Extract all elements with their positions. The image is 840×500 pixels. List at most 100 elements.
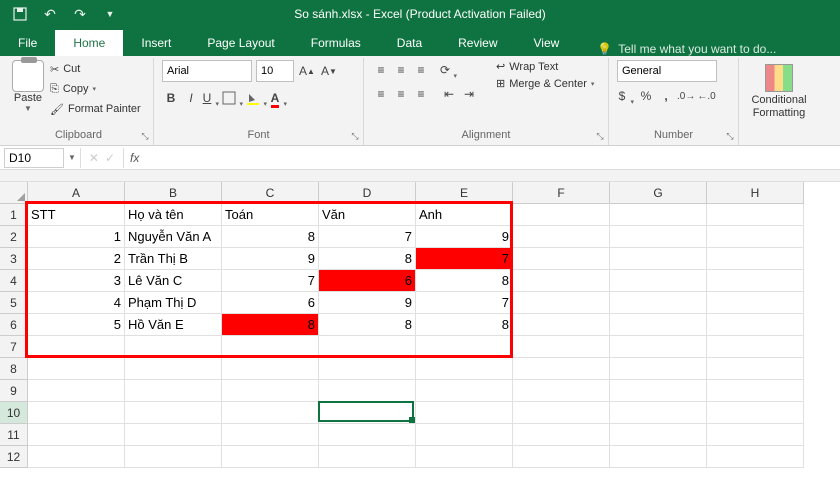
cell-G9[interactable]: [610, 380, 707, 402]
cell-G11[interactable]: [610, 424, 707, 446]
cut-button[interactable]: ✂Cut: [50, 60, 141, 78]
column-header-F[interactable]: F: [513, 182, 610, 204]
row-header-7[interactable]: 7: [0, 336, 28, 358]
cell-G10[interactable]: [610, 402, 707, 424]
row-header-12[interactable]: 12: [0, 446, 28, 468]
cell-B1[interactable]: Họ và tên: [125, 204, 222, 226]
cell-C12[interactable]: [222, 446, 319, 468]
cell-G5[interactable]: [610, 292, 707, 314]
cell-H4[interactable]: [707, 270, 804, 292]
wrap-text-button[interactable]: ↩Wrap Text: [496, 60, 594, 73]
tell-me-search[interactable]: 💡 Tell me what you want to do...: [597, 42, 776, 56]
cell-G12[interactable]: [610, 446, 707, 468]
column-header-A[interactable]: A: [28, 182, 125, 204]
cell-E12[interactable]: [416, 446, 513, 468]
cell-E2[interactable]: 9: [416, 226, 513, 248]
decrease-indent-button[interactable]: ⇤: [440, 84, 458, 104]
cell-E11[interactable]: [416, 424, 513, 446]
cancel-formula-icon[interactable]: ✕: [89, 151, 99, 165]
paste-button[interactable]: Paste ▼: [12, 60, 44, 113]
align-right-button[interactable]: ≡: [412, 84, 430, 104]
grow-font-button[interactable]: A▲: [298, 61, 316, 81]
cell-C9[interactable]: [222, 380, 319, 402]
fx-icon[interactable]: fx: [124, 151, 145, 165]
font-launcher[interactable]: ⤡: [349, 131, 361, 143]
cell-B2[interactable]: Nguyễn Văn A: [125, 226, 222, 248]
cell-D7[interactable]: [319, 336, 416, 358]
conditional-formatting-button[interactable]: Conditional Formatting: [751, 64, 806, 120]
cell-D1[interactable]: Văn: [319, 204, 416, 226]
cell-F7[interactable]: [513, 336, 610, 358]
tab-review[interactable]: Review: [440, 30, 515, 56]
cell-C7[interactable]: [222, 336, 319, 358]
cell-B6[interactable]: Hồ Văn E: [125, 314, 222, 336]
cell-H11[interactable]: [707, 424, 804, 446]
shrink-font-button[interactable]: A▼: [320, 61, 338, 81]
font-size-input[interactable]: [256, 60, 294, 82]
tab-formulas[interactable]: Formulas: [293, 30, 379, 56]
cell-F6[interactable]: [513, 314, 610, 336]
tab-view[interactable]: View: [516, 30, 578, 56]
cell-A1[interactable]: STT: [28, 204, 125, 226]
column-header-H[interactable]: H: [707, 182, 804, 204]
increase-indent-button[interactable]: ⇥: [460, 84, 478, 104]
row-header-4[interactable]: 4: [0, 270, 28, 292]
number-launcher[interactable]: ⤡: [724, 131, 736, 143]
save-icon[interactable]: [10, 4, 30, 24]
cell-H10[interactable]: [707, 402, 804, 424]
enter-formula-icon[interactable]: ✓: [105, 151, 115, 165]
cell-B9[interactable]: [125, 380, 222, 402]
cell-H7[interactable]: [707, 336, 804, 358]
cell-C4[interactable]: 7: [222, 270, 319, 292]
tab-insert[interactable]: Insert: [123, 30, 189, 56]
cell-B3[interactable]: Trần Thị B: [125, 248, 222, 270]
cell-F5[interactable]: [513, 292, 610, 314]
qat-dropdown-icon[interactable]: ▼: [100, 4, 120, 24]
cell-D10[interactable]: [319, 402, 416, 424]
cell-C8[interactable]: [222, 358, 319, 380]
cell-H12[interactable]: [707, 446, 804, 468]
percent-button[interactable]: %: [637, 86, 655, 106]
cell-B5[interactable]: Phạm Thị D: [125, 292, 222, 314]
clipboard-launcher[interactable]: ⤡: [139, 131, 151, 143]
cell-D9[interactable]: [319, 380, 416, 402]
number-format-select[interactable]: [617, 60, 717, 82]
accounting-format-button[interactable]: $: [617, 86, 635, 106]
cell-H9[interactable]: [707, 380, 804, 402]
cell-H6[interactable]: [707, 314, 804, 336]
underline-button[interactable]: U: [202, 88, 220, 108]
column-header-E[interactable]: E: [416, 182, 513, 204]
cell-A10[interactable]: [28, 402, 125, 424]
cell-G6[interactable]: [610, 314, 707, 336]
cell-C11[interactable]: [222, 424, 319, 446]
cell-A8[interactable]: [28, 358, 125, 380]
cell-D3[interactable]: 8: [319, 248, 416, 270]
tab-page-layout[interactable]: Page Layout: [189, 30, 292, 56]
cell-H5[interactable]: [707, 292, 804, 314]
cell-F1[interactable]: [513, 204, 610, 226]
name-box[interactable]: [4, 148, 64, 168]
increase-decimal-button[interactable]: .0→: [677, 86, 695, 106]
undo-icon[interactable]: ↶: [40, 4, 60, 24]
cell-G7[interactable]: [610, 336, 707, 358]
cell-G4[interactable]: [610, 270, 707, 292]
top-align-button[interactable]: ≡: [372, 60, 390, 80]
cell-D12[interactable]: [319, 446, 416, 468]
cell-E4[interactable]: 8: [416, 270, 513, 292]
cell-A4[interactable]: 3: [28, 270, 125, 292]
orientation-button[interactable]: ⟳: [440, 60, 458, 80]
cell-C6[interactable]: 8: [222, 314, 319, 336]
font-name-input[interactable]: [162, 60, 252, 82]
cell-B7[interactable]: [125, 336, 222, 358]
row-header-10[interactable]: 10: [0, 402, 28, 424]
cell-C1[interactable]: Toán: [222, 204, 319, 226]
font-color-button[interactable]: A: [270, 88, 288, 108]
comma-button[interactable]: ,: [657, 86, 675, 106]
cell-D5[interactable]: 9: [319, 292, 416, 314]
alignment-launcher[interactable]: ⤡: [594, 131, 606, 143]
row-header-2[interactable]: 2: [0, 226, 28, 248]
cell-B8[interactable]: [125, 358, 222, 380]
redo-icon[interactable]: ↷: [70, 4, 90, 24]
cell-E10[interactable]: [416, 402, 513, 424]
cell-H1[interactable]: [707, 204, 804, 226]
